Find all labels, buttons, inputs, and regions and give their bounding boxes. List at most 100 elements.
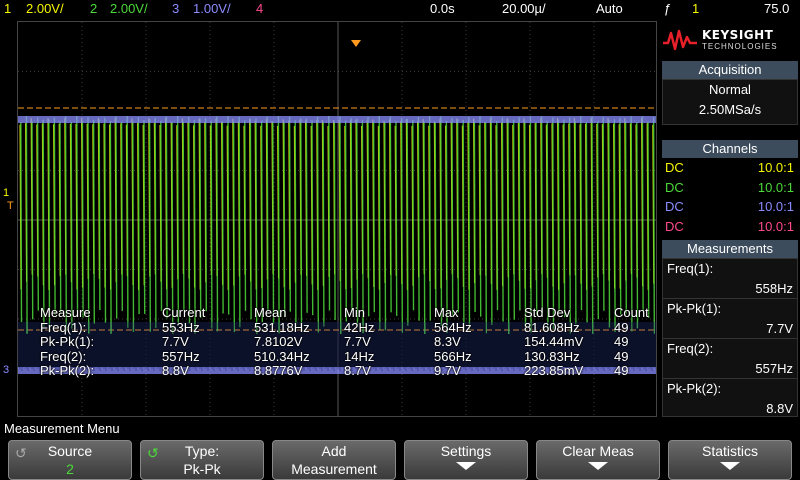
ch2-trace-segment — [602, 117, 605, 311]
ch2-trace-segment — [395, 120, 398, 316]
ch3-ground-marker[interactable]: 3 — [3, 364, 9, 376]
table-row: Freq(1): 553Hz 531.18Hz 42Hz 564Hz 81.60… — [40, 319, 656, 336]
ch2-trace-segment — [372, 121, 375, 313]
trigger-mode[interactable]: Auto — [596, 0, 623, 18]
measurement-label: Pk-Pk(1): — [667, 301, 722, 316]
ch2-scale[interactable]: 2.00V/ — [110, 0, 148, 18]
ch2-trace-segment — [512, 119, 515, 320]
ch2-trace-segment — [283, 121, 286, 318]
channels-section: DC 10.0:1 DC 10.0:1 DC 10.0:1 DC 10.0:1 — [662, 158, 798, 238]
ch2-trace-segment — [585, 121, 588, 323]
menu-title: Measurement Menu — [0, 420, 800, 438]
ch3-scale[interactable]: 1.00V/ — [193, 0, 231, 18]
channels-header[interactable]: Channels — [662, 140, 798, 158]
ch2-trace-segment — [294, 120, 297, 330]
ch2-trace-segment — [423, 121, 426, 335]
settings-softkey[interactable]: Settings — [404, 440, 528, 480]
time-scale[interactable]: 20.00µ/ — [502, 0, 546, 18]
ch2-trace-segment — [524, 121, 527, 327]
acquisition-header[interactable]: Acquisition — [662, 61, 798, 79]
trigger-level-marker[interactable]: T — [7, 200, 14, 212]
meas-cell: 14Hz — [344, 348, 375, 364]
ch2-number[interactable]: 2 — [90, 0, 97, 18]
softkey-label: Type: — [184, 443, 220, 459]
ch2-trace-segment — [546, 121, 549, 331]
ch2-trace-segment — [92, 119, 95, 324]
ch2-trace-segment — [608, 119, 611, 328]
coupling-label: DC — [665, 179, 684, 195]
ch2-trace-segment — [76, 116, 79, 312]
time-offset[interactable]: 0.0s — [430, 0, 455, 18]
waveform-display[interactable]: Measure Current Mean Min Max Std Dev Cou… — [17, 21, 657, 417]
ch2-trace-segment — [322, 121, 325, 327]
type-softkey[interactable]: ↺ Type: Pk-Pk — [140, 440, 264, 480]
trigger-level[interactable]: 75.0 — [764, 0, 789, 18]
meas-cell: 49 — [614, 319, 629, 335]
ch2-trace-segment — [109, 121, 112, 334]
measurement-value: 557Hz — [663, 359, 797, 379]
channel-row-4[interactable]: DC 10.0:1 — [662, 217, 798, 237]
meas-header-cell: Min — [344, 305, 365, 320]
ch2-trace-segment — [53, 117, 56, 315]
ch2-trace-segment — [120, 121, 123, 311]
ch4-number[interactable]: 4 — [256, 0, 263, 18]
ch2-trace-segment — [652, 117, 655, 334]
ch2-trace-segment — [496, 121, 499, 311]
softkey-value: Pk-Pk — [183, 461, 221, 477]
ch2-trace-segment — [507, 119, 510, 334]
ch2-trace-segment — [378, 116, 381, 330]
ch2-trace-segment — [272, 121, 275, 325]
ch2-trace-segment — [210, 120, 213, 329]
submenu-arrow-icon — [588, 462, 608, 470]
ch3-trace-band-top — [18, 116, 656, 123]
meas-cell: 557Hz — [162, 348, 200, 364]
coupling-label: DC — [665, 218, 684, 234]
meas-cell: 8.8776V — [254, 363, 303, 379]
ch3-number[interactable]: 3 — [172, 0, 179, 18]
ch1-number[interactable]: 1 — [4, 0, 11, 18]
ch2-trace-segment — [300, 118, 303, 331]
ch2-trace-segment — [535, 121, 538, 316]
meas-cell: 8.8V — [162, 363, 189, 379]
source-softkey[interactable]: ↺ Source 2 — [8, 440, 132, 480]
statistics-softkey[interactable]: Statistics — [668, 440, 792, 480]
ch1-ground-marker[interactable]: 1 — [3, 187, 9, 199]
ch2-trace-segment — [59, 121, 62, 314]
ch2-trace-segment — [176, 116, 179, 324]
ch2-trace-segment — [540, 116, 543, 314]
meas-cell: 154.44mV — [524, 334, 584, 350]
ch2-trace-segment — [384, 121, 387, 331]
trigger-source[interactable]: 1 — [692, 0, 699, 18]
submenu-arrow-icon — [720, 462, 740, 470]
add-measurement-softkey[interactable]: Add Measurement — [272, 440, 396, 480]
sample-rate: 2.50MSa/s — [698, 102, 762, 117]
clear-meas-softkey[interactable]: Clear Meas — [536, 440, 660, 480]
channel-row-2[interactable]: DC 10.0:1 — [662, 178, 798, 198]
meas-cell: Freq(2): — [40, 348, 87, 364]
channel-row-3[interactable]: DC 10.0:1 — [662, 197, 798, 217]
softkey-label: Source — [47, 443, 93, 459]
ch2-trace-segment — [501, 117, 504, 322]
table-row: Pk-Pk(1): 7.7V 7.8102V 7.7V 8.3V 154.44m… — [40, 334, 656, 350]
ch2-trace-segment — [305, 118, 308, 313]
ch2-trace-segment — [199, 118, 202, 318]
measurements-header[interactable]: Measurements — [662, 240, 798, 258]
status-bar: 1 2.00V/ 2 2.00V/ 3 1.00V/ 4 0.0s 20.00µ… — [0, 0, 800, 18]
ch1-scale[interactable]: 2.00V/ — [26, 0, 64, 18]
ch2-trace-segment — [64, 116, 67, 332]
meas-cell: 7.7V — [162, 334, 189, 350]
meas-cell: 9.7V — [434, 363, 461, 379]
ch2-trace-segment — [490, 116, 493, 325]
ch2-trace-segment — [70, 121, 73, 329]
ch2-trace-segment — [406, 118, 409, 326]
meas-header-cell: Max — [434, 305, 459, 320]
coupling-label: DC — [665, 160, 684, 175]
trigger-position-icon[interactable] — [351, 40, 361, 47]
ch2-trace-segment — [636, 121, 639, 329]
ch2-trace-segment — [462, 119, 465, 331]
ch2-trace-segment — [104, 117, 107, 323]
measurement-value: 558Hz — [663, 279, 797, 299]
channel-row-1[interactable]: DC 10.0:1 — [662, 158, 798, 178]
ch2-trace-segment — [115, 116, 118, 319]
ch2-trace-segment — [20, 121, 23, 323]
